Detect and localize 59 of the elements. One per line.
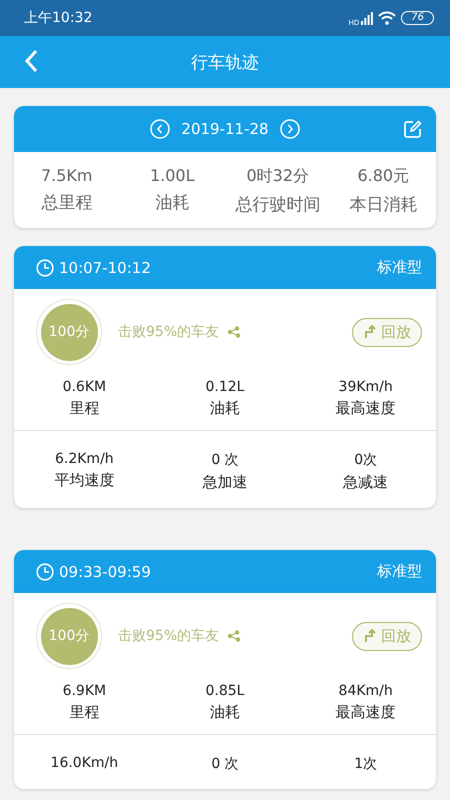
stat-value: 0 次: [211, 755, 239, 773]
back-icon: [24, 49, 38, 73]
left-chevron-icon: [150, 119, 170, 139]
stat-label: 最高速度: [336, 399, 396, 418]
stat-value: 0.6KM: [62, 379, 106, 395]
stat-label: 急加速: [202, 473, 248, 492]
stat-label: 总行驶时间: [235, 194, 320, 216]
date-label: 2019-11-28: [181, 120, 269, 138]
replay-button[interactable]: 回放: [352, 622, 422, 650]
rank-text: 击败95%的车友: [118, 627, 220, 645]
previous-day-button[interactable]: [150, 119, 170, 139]
stat-label: 油耗: [210, 703, 240, 722]
stat-label: 总里程: [41, 192, 92, 214]
clock-icon: [36, 562, 54, 580]
stat-value: 39Km/h: [338, 379, 393, 395]
stat-value: 6.80元: [357, 166, 410, 187]
edit-button[interactable]: [403, 119, 423, 139]
route-icon: [363, 629, 377, 643]
signal-icon: [361, 12, 374, 24]
stat-label: 油耗: [155, 192, 190, 214]
stat-value: 7.5Km: [40, 166, 93, 185]
stat-value: 0时32分: [246, 166, 310, 187]
stat-value: 1.00L: [150, 166, 195, 185]
stat-value: 1次: [354, 755, 378, 773]
trip-type: 标准型: [377, 258, 422, 277]
stat-value: 0次: [354, 451, 378, 469]
page-title: 行车轨迹: [191, 52, 259, 74]
route-icon: [363, 325, 377, 339]
stat-label: 油耗: [210, 399, 240, 418]
stat-label: 最高速度: [336, 703, 396, 722]
stat-label: 平均速度: [54, 471, 114, 490]
trip-time: 10:07-10:12: [59, 258, 151, 276]
stat-value: 16.0Km/h: [50, 755, 118, 771]
share-icon: [227, 326, 242, 338]
stat-value: 0 次: [211, 451, 239, 469]
share-icon: [227, 630, 242, 642]
rank-text: 击败95%的车友: [118, 323, 220, 341]
stat-label: 本日消耗: [349, 194, 418, 216]
edit-icon: [403, 119, 423, 139]
status-time: 上午10:32: [24, 9, 92, 27]
battery-indicator: 76: [401, 11, 434, 25]
stat-value: 0.12L: [206, 379, 244, 395]
wifi-icon: [378, 11, 396, 25]
stat-value: 0.85L: [206, 683, 244, 699]
back-button[interactable]: [24, 49, 38, 73]
stat-label: 里程: [69, 703, 100, 722]
replay-button[interactable]: 回放: [352, 318, 422, 346]
score-badge: 100分: [36, 603, 102, 669]
stat-label: 急减速: [343, 473, 388, 492]
trip-type: 标准型: [377, 562, 422, 581]
stat-value: 6.2Km/h: [54, 451, 114, 467]
score-badge: 100分: [36, 299, 102, 365]
stat-label: 里程: [69, 399, 100, 418]
stat-value: 6.9KM: [62, 683, 106, 699]
right-chevron-icon: [280, 119, 300, 139]
clock-icon: [36, 258, 54, 276]
stat-value: 84Km/h: [338, 683, 393, 699]
next-day-button[interactable]: [280, 119, 300, 139]
trip-time: 09:33-09:59: [59, 562, 151, 580]
